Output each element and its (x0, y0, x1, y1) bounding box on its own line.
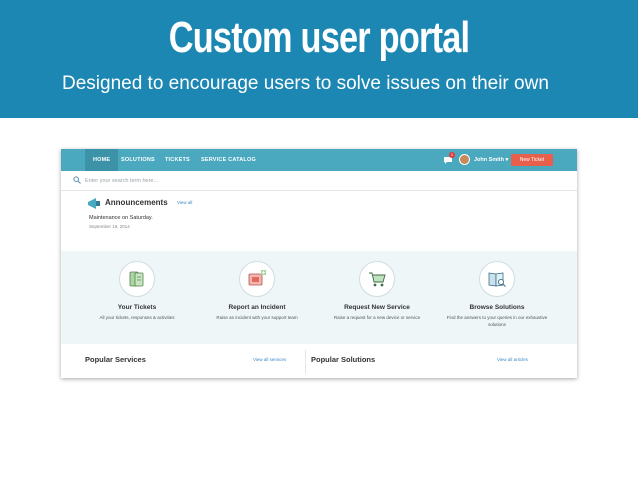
book-search-icon (479, 261, 515, 297)
card-browse-solutions[interactable]: Browse Solutions Find the answers to you… (437, 251, 557, 344)
card-description: Raise a request for a new device or serv… (333, 315, 421, 320)
search-bar (61, 171, 577, 191)
user-menu[interactable]: John Smith ▾ (474, 149, 508, 171)
card-title: Request New Service (344, 304, 410, 311)
popular-section: Popular Services View all services Popul… (61, 344, 577, 378)
card-description: Find the answers to your queries in our … (446, 315, 548, 327)
popular-services-title: Popular Services (85, 355, 146, 364)
title-banner: Custom user portal Designed to encourage… (0, 0, 638, 118)
slide-title: Custom user portal (168, 13, 470, 62)
tickets-icon (119, 261, 155, 297)
portal-screenshot: HOME SOLUTIONS TICKETS SERVICE CATALOG 1… (61, 149, 577, 378)
avatar[interactable] (459, 154, 470, 165)
slide-subtitle: Designed to encourage users to solve iss… (62, 73, 549, 94)
report-incident-icon (239, 261, 275, 297)
card-title: Report an Incident (228, 304, 286, 311)
megaphone-icon (88, 198, 100, 209)
portal-cards: Your Tickets All your tickets, responses… (61, 251, 577, 344)
announcement-item-date: September 18, 2014 (89, 224, 130, 229)
announcements-title: Announcements (105, 198, 168, 207)
view-all-services-link[interactable]: View all services (253, 357, 286, 362)
search-input[interactable] (85, 175, 385, 186)
card-description: Raise an incident with your support team (216, 315, 298, 320)
card-request-service[interactable]: Request New Service Raise a request for … (317, 251, 437, 344)
card-report-incident[interactable]: Report an Incident Raise an incident wit… (197, 251, 317, 344)
nav-service-catalog[interactable]: SERVICE CATALOG (201, 149, 256, 171)
notification-badge: 1 (449, 152, 455, 158)
popular-solutions-title: Popular Solutions (311, 355, 376, 364)
search-icon (73, 176, 81, 184)
nav-home[interactable]: HOME (85, 149, 119, 171)
top-nav: HOME SOLUTIONS TICKETS SERVICE CATALOG 1… (61, 149, 577, 171)
card-description: All your tickets, responses & activities (99, 315, 175, 320)
nav-solutions[interactable]: SOLUTIONS (121, 149, 155, 171)
view-all-articles-link[interactable]: View all articles (497, 357, 528, 362)
announcement-item-title[interactable]: Maintenance on Saturday. (89, 215, 153, 221)
cart-icon (359, 261, 395, 297)
card-your-tickets[interactable]: Your Tickets All your tickets, responses… (77, 251, 197, 344)
nav-tickets[interactable]: TICKETS (165, 149, 190, 171)
announcements-section: Announcements View all Maintenance on Sa… (61, 191, 577, 251)
card-title: Your Tickets (117, 304, 157, 311)
card-title: Browse Solutions (469, 304, 525, 311)
announcements-view-all-link[interactable]: View all (177, 200, 192, 205)
divider (305, 350, 306, 374)
new-ticket-button[interactable]: New Ticket (511, 154, 553, 166)
